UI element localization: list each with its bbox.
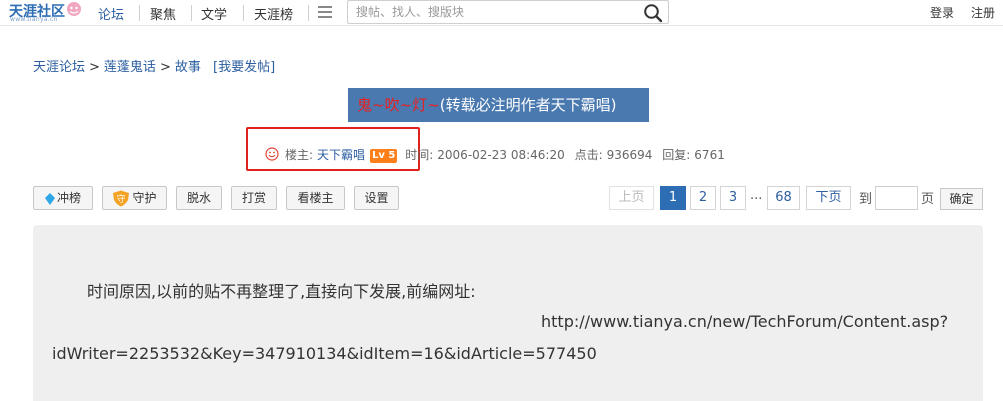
nav-divider [243, 5, 244, 21]
time-label: 时间: [405, 148, 434, 162]
click-count: 936694 [606, 148, 653, 162]
author-link[interactable]: 天下霸唱 [317, 148, 365, 162]
post-title-note: (转载必注明作者天下霸唱) [439, 96, 617, 114]
next-page-button[interactable]: 下页 [806, 186, 851, 210]
svg-text:守: 守 [117, 193, 126, 205]
nav-jujiao[interactable]: 聚焦 [150, 4, 176, 23]
breadcrumb-separator: > [159, 60, 171, 75]
page-unit-label: 页 [921, 192, 935, 207]
smile-icon [265, 147, 279, 161]
shield-icon: 守 [113, 190, 130, 207]
post-title-main: 鬼~吹~灯~ [357, 96, 440, 114]
shezhi-label: 设置 [364, 191, 389, 205]
page-ellipsis: ... [750, 188, 763, 203]
nav-tianyabang[interactable]: 天涯榜 [254, 4, 293, 23]
shouhu-button[interactable]: 守守护 [102, 186, 167, 210]
confirm-page-button[interactable]: 确定 [940, 188, 983, 210]
menu-icon[interactable] [318, 6, 332, 18]
tianya-logo[interactable]: 天涯社区 www.tianya.cn [8, 0, 81, 24]
nav-luntan[interactable]: 论坛 [98, 4, 124, 23]
nav-divider [139, 5, 140, 21]
level-badge: Lv 5 [370, 149, 398, 163]
breadcrumb-category[interactable]: 故事 [175, 60, 201, 75]
register-link[interactable]: 注册 [971, 4, 995, 21]
shouhu-label: 守护 [132, 191, 157, 205]
new-post-link[interactable]: [我要发帖] [213, 60, 275, 75]
page-1-button[interactable]: 1 [660, 186, 686, 210]
tuoshui-label: 脱水 [186, 191, 211, 205]
content-line: 时间原因,以前的贴不再整理了,直接向下发展,前编网址: [87, 282, 476, 301]
logo-url: www.tianya.cn [10, 16, 58, 23]
kanlouzhu-label: 看楼主 [297, 191, 334, 205]
post-meta: 楼主: 天下霸唱 Lv 5 时间: 2006-02-23 08:46:20 点击: 93… [265, 146, 725, 163]
breadcrumb-board[interactable]: 莲蓬鬼话 [104, 60, 156, 75]
nav-divider [191, 5, 192, 21]
page-2-button[interactable]: 2 [690, 186, 716, 210]
logo-badge-icon [67, 2, 81, 16]
kanlouzhu-button[interactable]: 看楼主 [286, 186, 345, 210]
tuoshui-button[interactable]: 脱水 [176, 186, 222, 210]
nav-wenxue[interactable]: 文学 [201, 4, 227, 23]
chongbang-label: 冲榜 [56, 191, 81, 205]
post-content: 时间原因,以前的贴不再整理了,直接向下发展,前编网址: http://www.t… [33, 225, 983, 401]
diamond-icon [44, 192, 55, 205]
search-box [347, 0, 669, 24]
prev-page-button[interactable]: 上页 [609, 186, 654, 210]
breadcrumb-forum[interactable]: 天涯论坛 [33, 60, 85, 75]
owner-label: 楼主: [285, 148, 314, 162]
search-icon[interactable] [643, 3, 663, 23]
page-number-input[interactable] [875, 186, 918, 210]
nav-divider [308, 5, 309, 21]
dashang-button[interactable]: 打赏 [231, 186, 277, 210]
search-input[interactable] [348, 1, 638, 23]
post-time: 2006-02-23 08:46:20 [437, 148, 565, 162]
goto-label: 到 [859, 192, 873, 207]
page-3-button[interactable]: 3 [720, 186, 746, 210]
replies-label: 回复: [662, 148, 691, 162]
content-link[interactable]: idWriter=2253532&Key=347910134&idItem=16… [52, 344, 597, 363]
login-link[interactable]: 登录 [930, 4, 954, 21]
clicks-label: 点击: [574, 148, 603, 162]
reply-count: 6761 [694, 148, 725, 162]
page-last-button[interactable]: 68 [767, 186, 800, 210]
breadcrumb: 天涯论坛 > 莲蓬鬼话 > 故事 [我要发帖] [33, 56, 275, 75]
content-link[interactable]: http://www.tianya.cn/new/TechForum/Conte… [541, 312, 948, 331]
shezhi-button[interactable]: 设置 [354, 186, 399, 210]
breadcrumb-separator: > [89, 60, 100, 75]
top-navbar: 天涯社区 www.tianya.cn 论坛 聚焦 文学 天涯榜 登录 注册 [0, 0, 1003, 26]
chongbang-button[interactable]: 冲榜 [33, 186, 93, 210]
dashang-label: 打赏 [241, 191, 266, 205]
post-title: 鬼~吹~灯~(转载必注明作者天下霸唱) [348, 88, 649, 122]
